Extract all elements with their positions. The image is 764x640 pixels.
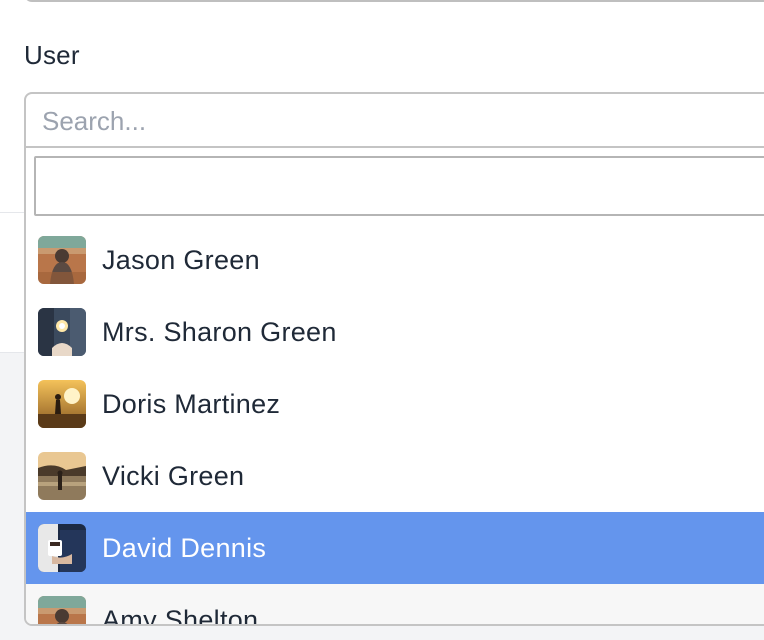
avatar [38, 308, 86, 356]
user-field-label: User [24, 40, 80, 70]
option-doris-martinez[interactable]: Doris Martinez [26, 368, 764, 440]
option-label: Amy Shelton [102, 604, 259, 626]
avatar [38, 596, 86, 624]
option-jason-green[interactable]: Jason Green [26, 224, 764, 296]
option-label: Doris Martinez [102, 388, 281, 419]
option-label: Vicki Green [102, 460, 245, 491]
avatar [38, 524, 86, 572]
avatar [38, 380, 86, 428]
option-label: Jason Green [102, 244, 260, 275]
options-list: Jason Green Mrs. Sharon Green Doris Mart… [26, 224, 764, 626]
avatar [38, 452, 86, 500]
dropdown-filter-input[interactable] [34, 156, 764, 216]
option-vicki-green[interactable]: Vicki Green [26, 440, 764, 512]
option-label: Mrs. Sharon Green [102, 316, 337, 347]
user-select-display[interactable]: Search... [26, 94, 764, 148]
option-label: David Dennis [102, 532, 267, 563]
previous-field[interactable] [24, 0, 764, 2]
page: User Search... Jason Green Mrs. Sharon G… [0, 0, 764, 640]
select-placeholder: Search... [42, 106, 147, 136]
option-david-dennis[interactable]: David Dennis [26, 512, 764, 584]
avatar [38, 236, 86, 284]
user-select[interactable]: Search... Jason Green Mrs. Sharon Green … [24, 92, 764, 626]
option-mrs-sharon-green[interactable]: Mrs. Sharon Green [26, 296, 764, 368]
option-amy-shelton[interactable]: Amy Shelton [26, 584, 764, 626]
